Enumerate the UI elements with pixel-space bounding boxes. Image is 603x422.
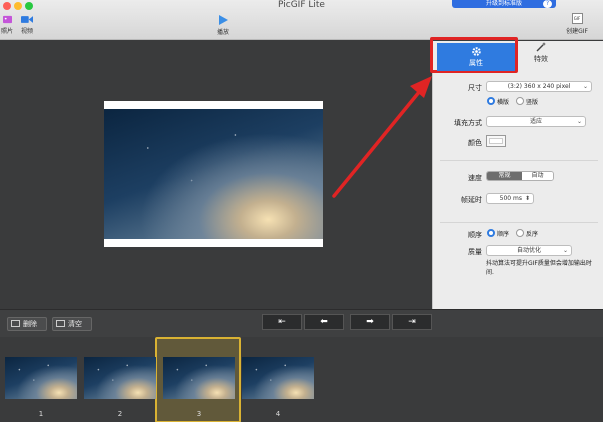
frame-thumbnail[interactable] <box>163 357 235 399</box>
first-frame-button[interactable]: ⇤ <box>262 314 302 330</box>
highlight-box: 属性 <box>430 37 518 73</box>
skip-first-icon: ⇤ <box>278 317 286 327</box>
play-label: 播放 <box>216 29 229 36</box>
speed-auto-option[interactable]: 自动 <box>522 172 553 180</box>
arrow-left-icon: ⬅ <box>320 317 328 327</box>
quality-label: 质量 <box>468 248 482 256</box>
skip-last-icon: ⇥ <box>408 317 416 327</box>
create-gif-button[interactable]: GIF 创建GIF <box>563 13 591 35</box>
help-icon[interactable]: ? <box>543 0 552 8</box>
forward-order-label: 顺序 <box>497 231 510 238</box>
forward-order-radio[interactable]: 顺序 <box>487 229 509 239</box>
quality-value: 自动优化 <box>516 247 541 254</box>
clear-button[interactable]: 清空 <box>52 317 92 331</box>
panel-divider <box>440 222 598 223</box>
tab-properties[interactable]: 属性 <box>437 43 515 71</box>
chevron-updown-icon: ⌄ <box>576 118 582 125</box>
chevron-updown-icon: ⌄ <box>582 83 588 90</box>
frame-thumbnail[interactable] <box>242 357 314 399</box>
portrait-radio[interactable]: 竖版 <box>516 97 538 107</box>
frame-number: 2 <box>117 410 123 418</box>
photos-button[interactable]: 照片 <box>0 15 14 35</box>
landscape-radio[interactable]: 横版 <box>487 97 509 107</box>
last-frame-button[interactable]: ⇥ <box>392 314 432 330</box>
photos-label: 照片 <box>0 28 13 35</box>
gear-icon <box>471 47 481 56</box>
tab-effects-label: 特效 <box>534 55 548 63</box>
magic-wand-icon <box>536 42 546 52</box>
panel-divider <box>440 160 598 161</box>
order-label: 顺序 <box>468 231 482 239</box>
image-icon <box>56 320 65 327</box>
gif-file-icon: GIF <box>571 13 583 24</box>
landscape-label: 横版 <box>497 99 510 106</box>
preview-image <box>104 109 323 239</box>
speed-normal-option[interactable]: 常规 <box>487 172 522 180</box>
radio-unselected-icon <box>516 97 524 105</box>
frame-number: 4 <box>275 410 281 418</box>
preview-canvas <box>0 41 432 309</box>
stepper-icon[interactable]: ⬍ <box>525 194 530 203</box>
dithering-note: 抖动算法可提升GIF质量但会增加输出时间. <box>486 260 592 276</box>
arrow-right-icon: ➡ <box>366 317 374 327</box>
gif-preview <box>104 101 323 247</box>
radio-selected-icon <box>487 97 495 105</box>
create-gif-label: 创建GIF <box>566 28 588 35</box>
next-frame-button[interactable]: ➡ <box>350 314 390 330</box>
frame-delay-input[interactable]: 500 ms ⬍ <box>486 193 534 204</box>
frame-number: 1 <box>38 410 44 418</box>
fill-mode-value: 适应 <box>529 118 542 125</box>
size-label: 尺寸 <box>468 84 482 92</box>
fill-mode-label: 填充方式 <box>454 119 482 127</box>
clear-label: 清空 <box>68 320 82 328</box>
play-button[interactable]: 播放 <box>215 15 231 36</box>
size-select[interactable]: (3:2) 360 x 240 pixel ⌄ <box>486 81 592 92</box>
color-swatch-button[interactable] <box>486 135 506 147</box>
videos-label: 视频 <box>20 28 33 35</box>
upgrade-button[interactable]: 升级到标准版 <box>452 0 556 8</box>
delete-button[interactable]: 删除 <box>7 317 47 331</box>
frame-number: 3 <box>196 410 202 418</box>
picgif-window: PicGIF Lite 升级到标准版 ? 照片 视频 播放 GIF 创建GIF <box>0 0 603 422</box>
portrait-label: 竖版 <box>526 99 539 106</box>
video-camera-icon <box>21 16 33 23</box>
frame-filmstrip: 1 2 3 4 <box>0 337 603 422</box>
speed-label: 速度 <box>468 174 482 182</box>
play-icon <box>218 15 228 25</box>
chevron-updown-icon: ⌄ <box>562 247 568 254</box>
image-icon <box>11 320 20 327</box>
speed-segmented-control: 常规 自动 <box>486 171 554 181</box>
previous-frame-button[interactable]: ⬅ <box>304 314 344 330</box>
radio-unselected-icon <box>516 229 524 237</box>
delete-label: 删除 <box>23 320 37 328</box>
frame-delay-value: 500 ms <box>499 195 522 202</box>
title-toolbar: PicGIF Lite 升级到标准版 ? 照片 视频 播放 GIF 创建GIF <box>0 0 603 40</box>
size-value: (3:2) 360 x 240 pixel <box>507 83 571 90</box>
color-label: 颜色 <box>468 139 482 147</box>
frame-thumbnail[interactable] <box>5 357 77 399</box>
reverse-order-label: 反序 <box>526 231 539 238</box>
reverse-order-radio[interactable]: 反序 <box>516 229 538 239</box>
color-swatch <box>489 138 503 144</box>
videos-button[interactable]: 视频 <box>19 15 35 35</box>
frame-thumbnail[interactable] <box>84 357 156 399</box>
fill-mode-select[interactable]: 适应 ⌄ <box>486 116 586 127</box>
photos-icon <box>2 15 12 24</box>
frame-control-bar: 删除 清空 ⇤ ⬅ ➡ ⇥ <box>0 309 603 337</box>
tab-effects[interactable]: 特效 <box>526 42 556 64</box>
tab-properties-label: 属性 <box>469 59 483 67</box>
quality-select[interactable]: 自动优化 ⌄ <box>486 245 572 256</box>
radio-selected-icon <box>487 229 495 237</box>
frame-delay-label: 帧延时 <box>461 196 482 204</box>
